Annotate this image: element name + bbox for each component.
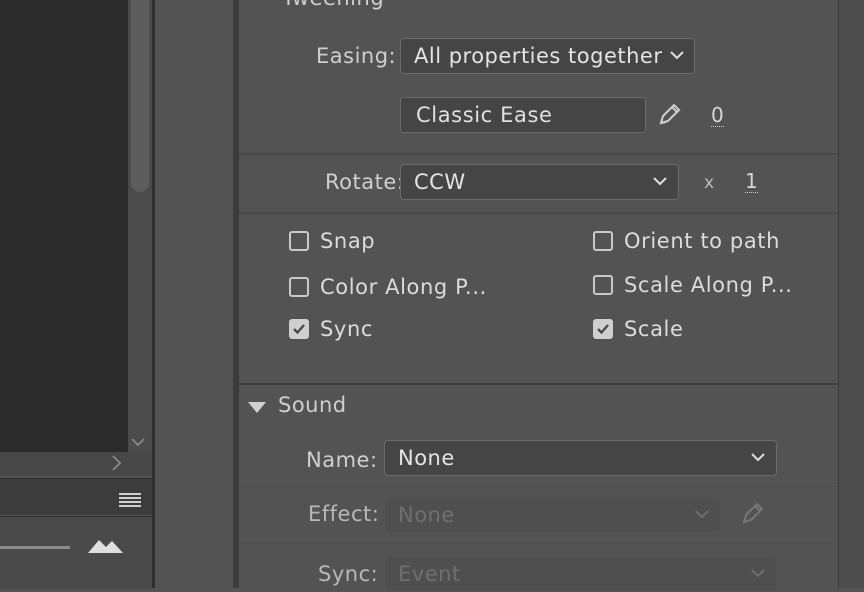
zoom-row bbox=[0, 516, 152, 589]
vertical-scrollbar-thumb[interactable] bbox=[131, 0, 149, 192]
checkmark-icon bbox=[293, 324, 305, 335]
panel-divider[interactable] bbox=[233, 0, 239, 588]
orient-to-path-checkbox[interactable] bbox=[593, 231, 613, 251]
right-panel-edge bbox=[838, 0, 864, 588]
sound-effect-label: Effect: bbox=[308, 502, 380, 526]
section-divider bbox=[239, 543, 838, 544]
section-divider bbox=[239, 383, 838, 385]
mountain-icon[interactable] bbox=[88, 536, 124, 558]
tweening-section-title: Tweening bbox=[282, 0, 384, 10]
rotate-label: Rotate: bbox=[325, 170, 405, 194]
horizontal-scrollbar[interactable] bbox=[0, 452, 152, 476]
pencil-icon[interactable] bbox=[740, 500, 766, 530]
chevron-right-icon[interactable] bbox=[111, 455, 123, 475]
chevron-down-icon bbox=[652, 176, 668, 186]
sound-effect-value: None bbox=[398, 503, 455, 527]
panel-menu-icon[interactable] bbox=[119, 492, 141, 511]
sound-section-title[interactable]: Sound bbox=[278, 393, 347, 417]
color-along-path-checkbox[interactable] bbox=[289, 277, 309, 297]
chevron-down-icon bbox=[669, 50, 685, 60]
scale-label: Scale bbox=[624, 317, 684, 341]
pencil-icon[interactable] bbox=[657, 101, 683, 131]
panel-divider[interactable] bbox=[152, 0, 155, 588]
sound-sync-label: Sync: bbox=[318, 562, 379, 586]
easing-dropdown-value: All properties together bbox=[414, 44, 663, 68]
orient-to-path-label: Orient to path bbox=[624, 229, 781, 253]
sound-name-value: None bbox=[398, 446, 455, 470]
times-label: x bbox=[704, 173, 715, 193]
sync-checkbox[interactable] bbox=[289, 319, 309, 339]
section-divider bbox=[239, 486, 838, 487]
stage-canvas[interactable] bbox=[0, 0, 128, 452]
sound-name-dropdown[interactable]: None bbox=[384, 440, 777, 476]
scroll-down-chevron-icon[interactable] bbox=[130, 432, 146, 451]
sound-name-label: Name: bbox=[306, 448, 378, 472]
chevron-down-icon bbox=[694, 509, 710, 519]
snap-label: Snap bbox=[320, 229, 376, 253]
disclosure-triangle-icon[interactable] bbox=[248, 399, 266, 418]
ease-type-field[interactable]: Classic Ease bbox=[400, 97, 646, 133]
sound-sync-value: Event bbox=[398, 562, 461, 586]
checkmark-icon bbox=[597, 324, 609, 335]
easing-label: Easing: bbox=[316, 44, 397, 68]
scale-checkbox[interactable] bbox=[593, 319, 613, 339]
color-along-path-label: Color Along P... bbox=[320, 275, 487, 299]
chevron-down-icon bbox=[750, 568, 766, 578]
sound-sync-dropdown[interactable]: Event bbox=[384, 556, 777, 592]
ease-amount-value[interactable]: 0 bbox=[711, 104, 724, 127]
chevron-down-icon bbox=[750, 452, 766, 462]
scale-along-path-checkbox[interactable] bbox=[593, 275, 613, 295]
zoom-slider[interactable] bbox=[0, 546, 70, 549]
rotate-count-value[interactable]: 1 bbox=[745, 170, 758, 193]
rotate-dropdown-value: CCW bbox=[414, 170, 466, 194]
sync-label: Sync bbox=[320, 317, 374, 341]
snap-checkbox[interactable] bbox=[289, 231, 309, 251]
section-divider bbox=[239, 212, 838, 214]
scale-along-path-label: Scale Along P... bbox=[624, 273, 793, 297]
section-divider bbox=[239, 153, 838, 155]
sound-effect-dropdown[interactable]: None bbox=[384, 497, 721, 533]
rotate-dropdown[interactable]: CCW bbox=[400, 164, 679, 200]
easing-dropdown[interactable]: All properties together bbox=[400, 38, 695, 74]
